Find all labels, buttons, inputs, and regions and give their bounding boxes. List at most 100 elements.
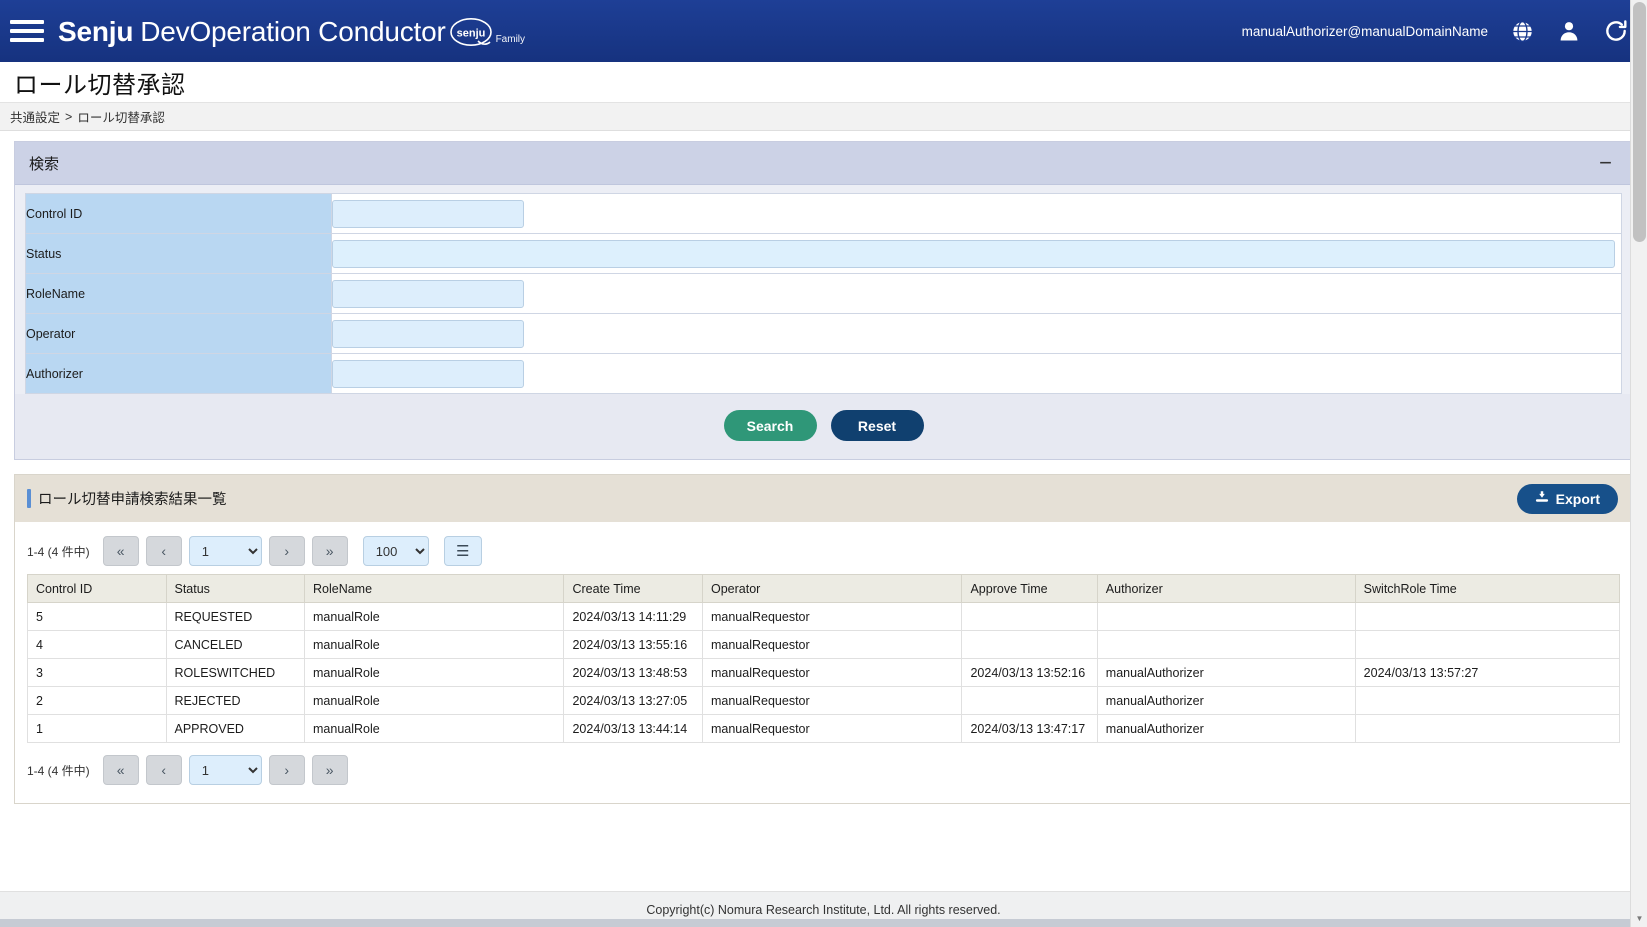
cell-approve-time: 2024/03/13 13:52:16 (961, 658, 1098, 687)
cell-operator: manualRequestor (701, 714, 963, 743)
cell-control-id: 4 (27, 630, 167, 659)
brand-name-rest: DevOperation Conductor (140, 15, 446, 47)
column-header[interactable]: Approve Time (961, 574, 1098, 603)
cell-create-time: 2024/03/13 13:44:14 (563, 714, 703, 743)
svg-text:senju: senju (456, 27, 485, 39)
table-row[interactable]: 1 APPROVED manualRole 2024/03/13 13:44:14 ma… (27, 714, 1621, 743)
user-icon[interactable] (1557, 19, 1581, 43)
search-field-label: Operator (25, 313, 332, 354)
search-field-row: Status (25, 233, 1622, 274)
reset-button[interactable]: Reset (830, 410, 924, 441)
column-header[interactable]: Operator (701, 574, 963, 603)
page-select-bottom[interactable]: 1 (188, 755, 262, 785)
cell-switchrole-time: 2024/03/13 13:57:27 (1354, 658, 1621, 687)
page-select-top[interactable]: 1 (188, 536, 262, 566)
cell-status: REJECTED (165, 686, 305, 715)
globe-icon[interactable] (1510, 19, 1535, 44)
cell-status: REQUESTED (165, 602, 305, 631)
page-size-select[interactable]: 100 (362, 536, 429, 566)
search-field-label: RoleName (25, 273, 332, 314)
last-page-button-top[interactable]: » (311, 536, 348, 566)
cell-role-name: manualRole (303, 686, 565, 715)
search-input-authorizer[interactable] (332, 359, 524, 388)
cell-operator: manualRequestor (701, 602, 963, 631)
scrollbar-thumb[interactable] (1633, 2, 1646, 242)
table-row[interactable]: 2 REJECTED manualRole 2024/03/13 13:27:05 ma… (27, 686, 1621, 715)
navbar-right-group: manualAuthorizer@manualDomainName (1242, 18, 1629, 44)
column-header[interactable]: SwitchRole Time (1354, 574, 1621, 603)
search-field-label: Status (25, 233, 332, 274)
first-page-button-bottom[interactable]: « (102, 755, 139, 785)
next-page-button-bottom[interactable]: › (268, 755, 305, 785)
cell-operator: manualRequestor (701, 630, 963, 659)
search-field-cell (331, 193, 1622, 234)
search-panel-header: 検索 − (15, 142, 1632, 185)
cell-role-name: manualRole (303, 602, 565, 631)
column-header[interactable]: Authorizer (1096, 574, 1356, 603)
search-input-rolename[interactable] (332, 279, 524, 308)
table-row[interactable]: 5 REQUESTED manualRole 2024/03/13 14:11:29 m… (27, 602, 1621, 631)
cell-authorizer: manualAuthorizer (1096, 714, 1356, 743)
table-row[interactable]: 4 CANCELED manualRole 2024/03/13 13:55:16 ma… (27, 630, 1621, 659)
export-button[interactable]: Export (1516, 483, 1618, 514)
cell-status: CANCELED (165, 630, 305, 659)
search-field-label: Authorizer (25, 353, 332, 394)
copyright-text: Copyright(c) Nomura Research Institute, … (646, 902, 1001, 917)
top-navbar: Senju DevOperation Conductor senju Famil… (0, 0, 1647, 62)
search-input-status[interactable] (332, 239, 1615, 268)
first-page-button-top[interactable]: « (102, 536, 139, 566)
column-menu-icon[interactable]: ☰ (443, 536, 482, 566)
prev-page-button-bottom[interactable]: ‹ (145, 755, 182, 785)
page-content: 検索 − Control ID Status RoleName Operator Aut… (0, 131, 1647, 891)
search-field-cell (331, 233, 1622, 274)
hamburger-icon[interactable] (10, 17, 44, 45)
table-row[interactable]: 3 ROLESWITCHED manualRole 2024/03/13 13:48:… (27, 658, 1621, 687)
search-panel-body: Control ID Status RoleName Operator Authoriz… (15, 185, 1632, 394)
cell-control-id: 5 (27, 602, 167, 631)
cell-create-time: 2024/03/13 14:11:29 (563, 602, 703, 631)
cell-approve-time: 2024/03/13 13:47:17 (961, 714, 1098, 743)
search-field-row: Control ID (25, 193, 1622, 234)
cell-authorizer (1096, 602, 1356, 631)
search-button[interactable]: Search (723, 410, 817, 441)
cell-switchrole-time (1354, 602, 1621, 631)
cell-create-time: 2024/03/13 13:55:16 (563, 630, 703, 659)
export-button-label: Export (1555, 490, 1600, 507)
accent-bar (27, 489, 31, 508)
cell-approve-time (961, 686, 1098, 715)
page-title-bar: ロール切替承認 (0, 62, 1647, 102)
column-header[interactable]: Control ID (27, 574, 167, 603)
last-page-button-bottom[interactable]: » (311, 755, 348, 785)
cell-status: ROLESWITCHED (165, 658, 305, 687)
column-header[interactable]: RoleName (303, 574, 565, 603)
cell-authorizer (1096, 630, 1356, 659)
cell-operator: manualRequestor (701, 686, 963, 715)
breadcrumb-separator: > (65, 109, 73, 124)
pager-count-top: 1-4 (4 件中) (27, 544, 90, 559)
search-input-control-id[interactable] (332, 199, 524, 228)
pager-bottom: 1-4 (4 件中) « ‹ 1 › » (27, 743, 1620, 793)
senju-logo-icon: senju (448, 17, 494, 47)
next-page-button-top[interactable]: › (268, 536, 305, 566)
column-header[interactable]: Status (165, 574, 305, 603)
reload-icon[interactable] (1603, 18, 1629, 44)
cell-control-id: 1 (27, 714, 167, 743)
cell-switchrole-time (1354, 714, 1621, 743)
app-brand: Senju DevOperation Conductor senju Famil… (58, 17, 525, 46)
cell-control-id: 3 (27, 658, 167, 687)
cell-control-id: 2 (27, 686, 167, 715)
window-bottom-strip (0, 919, 1647, 927)
results-table: Control ID Status RoleName Create Time Opera… (27, 574, 1621, 743)
breadcrumb-parent[interactable]: 共通設定 (10, 107, 60, 126)
cell-role-name: manualRole (303, 630, 565, 659)
prev-page-button-top[interactable]: ‹ (145, 536, 182, 566)
scroll-down-icon[interactable]: ▼ (1631, 910, 1647, 927)
minus-icon[interactable]: − (1595, 152, 1616, 174)
download-icon (1535, 490, 1549, 507)
cell-authorizer: manualAuthorizer (1096, 658, 1356, 687)
cell-switchrole-time (1354, 630, 1621, 659)
vertical-scrollbar[interactable]: ▲ ▼ (1630, 0, 1647, 927)
search-input-operator[interactable] (332, 319, 524, 348)
results-panel: ロール切替申請検索結果一覧 Export 1-4 (4 件中) « ‹ 1 › … (14, 474, 1633, 804)
column-header[interactable]: Create Time (563, 574, 703, 603)
